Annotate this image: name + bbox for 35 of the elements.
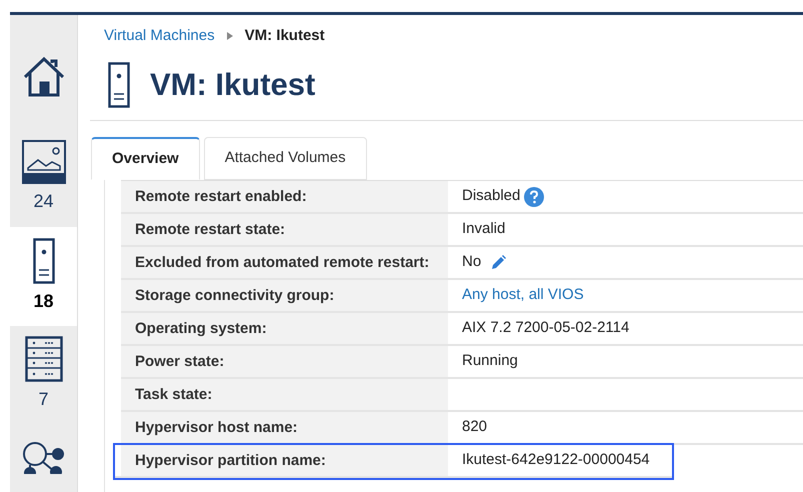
- value-text: Running: [462, 351, 518, 372]
- property-label: Operating system:: [121, 313, 448, 344]
- image-icon: [22, 140, 66, 184]
- server-rack-icon: [24, 336, 62, 382]
- breadcrumb-link[interactable]: Virtual Machines: [104, 25, 215, 48]
- property-label: Remote restart enabled:: [121, 181, 448, 212]
- count-label: 24: [33, 190, 54, 214]
- home-icon: [22, 54, 66, 99]
- property-label: Power state:: [121, 346, 448, 377]
- count-label: 18: [33, 290, 54, 313]
- sidebar-item[interactable]: 18: [10, 227, 77, 326]
- value-link[interactable]: Any host, all VIOS: [462, 284, 584, 307]
- count-label: 7: [38, 388, 48, 412]
- tab[interactable]: Overview: [91, 137, 200, 180]
- property-label: Remote restart state:: [121, 214, 448, 245]
- property-label: Excluded from automated remote restart:: [121, 247, 448, 278]
- value-text: 820: [462, 417, 488, 438]
- property-label: Hypervisor partition name:: [121, 445, 448, 476]
- server-icon: [32, 238, 54, 284]
- value-text: No: [462, 252, 482, 272]
- property-label: Hypervisor host name:: [121, 412, 448, 443]
- property-label: Storage connectivity group:: [121, 280, 448, 311]
- caret-icon: [226, 32, 233, 40]
- property-label: Task state:: [121, 379, 448, 410]
- breadcrumb-current: VM: Ikutest: [244, 26, 325, 46]
- tab[interactable]: Attached Volumes: [204, 137, 367, 180]
- page-title: VM: Ikutest: [150, 66, 316, 104]
- value-text: AIX 7.2 7200-05-02-2114: [462, 318, 630, 338]
- value-text: Invalid: [462, 219, 506, 240]
- server-icon: [108, 62, 130, 108]
- help-icon[interactable]: [524, 186, 544, 206]
- network-icon: [22, 440, 66, 474]
- value-text: Ikutest-642e9122-00000454: [462, 450, 650, 470]
- pencil-icon[interactable]: [489, 254, 508, 272]
- value-text: Disabled: [462, 186, 520, 206]
